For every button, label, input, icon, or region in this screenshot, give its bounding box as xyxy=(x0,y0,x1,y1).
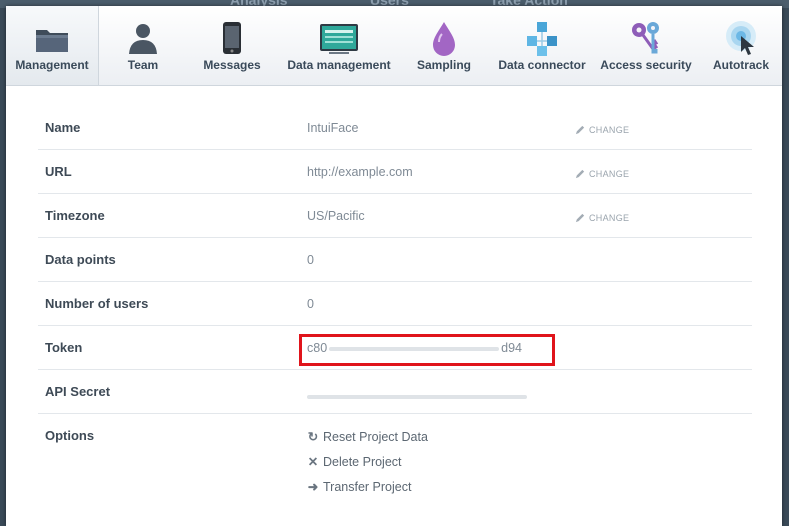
setting-label: URL xyxy=(45,164,72,179)
monitor-icon xyxy=(320,24,358,54)
setting-row-api-secret: API Secret xyxy=(38,370,752,414)
tab-label: Data connector xyxy=(498,58,586,72)
setting-row-name: Name IntuiFace CHANGE xyxy=(38,106,752,150)
setting-label: Timezone xyxy=(45,208,105,223)
refresh-icon: ↻ xyxy=(307,430,319,444)
keys-icon xyxy=(632,22,659,54)
option-label: Transfer Project xyxy=(323,480,412,494)
users-count-value: 0 xyxy=(307,297,314,311)
tab-management[interactable]: Management xyxy=(6,6,99,85)
tab-label: Data management xyxy=(287,58,391,72)
project-url-value: http://example.com xyxy=(307,165,413,179)
tab-label: Sampling xyxy=(416,58,471,72)
tab-label: Access security xyxy=(600,58,692,72)
pencil-icon xyxy=(575,213,585,223)
tab-label: Messages xyxy=(203,58,261,72)
api-secret-value[interactable] xyxy=(307,389,527,403)
person-icon xyxy=(129,24,157,54)
setting-label: Number of users xyxy=(45,296,149,311)
change-label: CHANGE xyxy=(589,213,630,223)
setting-row-url: URL http://example.com CHANGE xyxy=(38,150,752,194)
setting-label: Options xyxy=(45,428,95,443)
token-suffix: d94 xyxy=(501,341,523,355)
tab-messages[interactable]: Messages xyxy=(196,6,268,85)
transfer-project-link[interactable]: ➜ Transfer Project xyxy=(307,479,412,494)
pencil-icon xyxy=(575,125,585,135)
setting-row-data-points: Data points 0 xyxy=(38,238,752,282)
setting-label: Data points xyxy=(45,252,116,267)
setting-label: API Secret xyxy=(45,384,111,399)
folder-icon xyxy=(36,30,68,52)
delete-project-link[interactable]: ✕ Delete Project xyxy=(307,454,402,469)
project-settings-list: Name IntuiFace CHANGE URL http://example… xyxy=(38,106,752,524)
phone-icon xyxy=(223,22,241,54)
tab-label: Management xyxy=(15,58,89,72)
option-label: Delete Project xyxy=(323,455,402,469)
option-label: Reset Project Data xyxy=(323,430,428,444)
change-name-link[interactable]: CHANGE xyxy=(575,124,629,135)
tab-team[interactable]: Team xyxy=(106,6,180,85)
tab-data-management[interactable]: Data management xyxy=(284,6,394,85)
pencil-icon xyxy=(575,169,585,179)
timezone-value: US/Pacific xyxy=(307,209,365,223)
change-label: CHANGE xyxy=(589,169,630,179)
tab-autotrack[interactable]: Autotrack xyxy=(706,6,776,85)
settings-tab-bar: Management Team Messages Data management… xyxy=(6,6,782,86)
tab-sampling[interactable]: Sampling xyxy=(410,6,478,85)
tab-data-connector[interactable]: Data connector xyxy=(494,6,590,85)
reset-project-data-link[interactable]: ↻ Reset Project Data xyxy=(307,429,428,444)
project-name-value: IntuiFace xyxy=(307,121,359,135)
change-url-link[interactable]: CHANGE xyxy=(575,168,629,179)
close-icon: ✕ xyxy=(307,455,319,469)
token-prefix: c80 xyxy=(307,341,328,355)
api-secret-redacted-mask xyxy=(307,394,527,399)
cursor-target-icon xyxy=(726,21,756,55)
project-settings-modal: Management Team Messages Data management… xyxy=(6,6,782,526)
tab-label: Team xyxy=(127,58,159,72)
setting-row-token: Token c80 d94 xyxy=(38,326,752,370)
setting-row-options: Options ↻ Reset Project Data ✕ Delete Proj… xyxy=(38,414,752,524)
setting-row-timezone: Timezone US/Pacific CHANGE xyxy=(38,194,752,238)
setting-label: Name xyxy=(45,120,81,135)
tab-label: Autotrack xyxy=(712,58,769,72)
data-points-value: 0 xyxy=(307,253,314,267)
setting-row-users: Number of users 0 xyxy=(38,282,752,326)
token-value[interactable]: c80 d94 xyxy=(307,341,522,355)
setting-label: Token xyxy=(45,340,83,355)
droplet-icon xyxy=(433,22,455,56)
arrow-right-icon: ➜ xyxy=(307,480,319,494)
tab-access-security[interactable]: Access security xyxy=(600,6,692,85)
change-label: CHANGE xyxy=(589,125,630,135)
cubes-icon xyxy=(527,22,557,56)
change-timezone-link[interactable]: CHANGE xyxy=(575,212,629,223)
token-redacted-mask xyxy=(329,346,500,351)
